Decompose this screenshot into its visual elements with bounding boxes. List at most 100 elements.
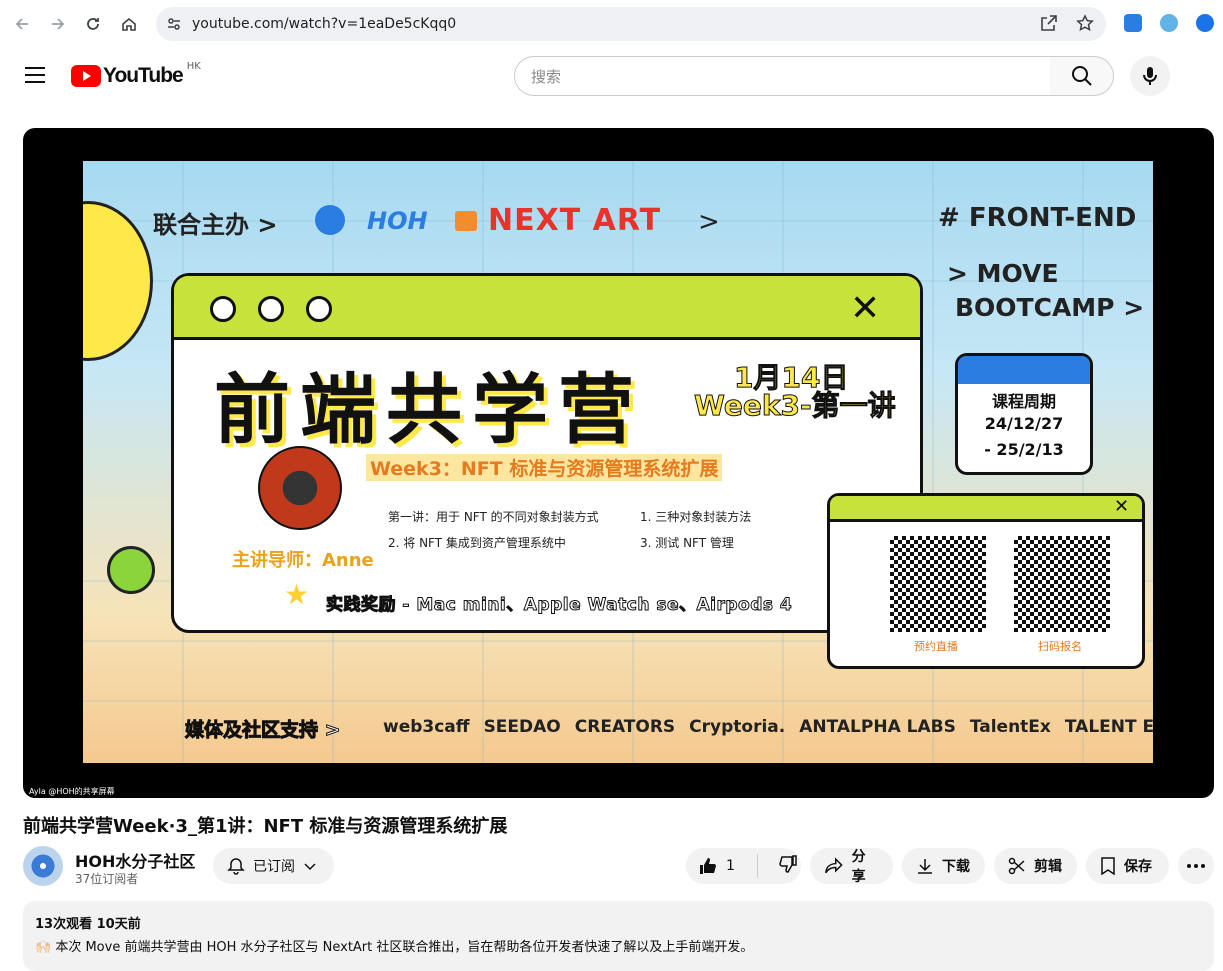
view-stats: 13次观看 10天前 [35,917,141,932]
download-icon [918,859,932,874]
logo-text: YouTube [103,64,184,87]
forward-icon[interactable] [40,6,76,42]
channel-name[interactable]: HOH水分子社区 [75,848,195,872]
youtube-header: YouTube HK 搜索 [0,48,1223,104]
sponsor-logo: Cryptoria. [689,717,786,737]
sponsor-logo: TALENT ERA [1064,717,1153,737]
sponsors-label: 媒体及社区支持 > [185,719,342,742]
browser-toolbar: youtube.com/watch?v=1eaDe5cKqq0 [0,0,1223,48]
thumbs-up-icon [700,858,716,874]
sponsor-logo: web3caff [383,717,470,737]
tag-front-end: # FRONT-END [938,203,1137,233]
reward-label: 实践奖励 - Mac mini、Apple Watch se、Airpods 4 [325,590,793,616]
star-icon: ★ [284,578,310,611]
share-label: 分享 [851,849,866,885]
scissors-icon [1008,857,1025,875]
point-1: 第一讲：用于 NFT 的不同对象封装方式 [388,510,599,524]
youtube-logo[interactable]: YouTube HK [71,60,201,88]
voice-search-button[interactable] [1130,56,1170,96]
search-icon [1071,66,1092,86]
next-art-logo-text: NEXT ART [488,203,662,238]
bell-icon [227,858,245,875]
region-code: HK [186,60,201,72]
search-input[interactable]: 搜索 [514,56,1052,96]
description-box[interactable]: 13次观看 10天前 🙌🏻 本次 Move 前端共学营由 HOH 水分子社区与 … [23,901,1214,971]
video-frame: 联合主办 > HOH NEXT ART > # FRONT-END > MOVE… [83,161,1153,763]
subscribed-label: 已订阅 [253,859,295,875]
reload-icon[interactable] [75,6,111,42]
channel-avatar[interactable] [23,846,63,886]
tag-move: > MOVE [947,259,1059,288]
screen-share-watermark: Ayla @HOH的共享屏幕 [29,787,115,796]
subtitle-label: Week3：NFT 标准与资源管理系统扩展 [366,454,723,481]
search-button[interactable] [1050,56,1114,96]
microphone-icon [1143,67,1157,85]
arrow-glyph: > [698,207,720,237]
course-start-date: 24/12/27 [984,414,1064,433]
url-text: youtube.com/watch?v=1eaDe5cKqq0 [192,16,457,32]
chevron-down-icon [304,863,316,871]
save-button[interactable]: 保存 [1086,848,1169,884]
qr-code-register [1014,536,1110,632]
extension-icon[interactable] [1196,14,1214,32]
subscriber-count: 37位订阅者 [75,872,139,886]
main-title: 前端共学营 [214,365,644,454]
sponsor-logo: CREATORS [574,717,676,737]
youtube-play-icon [71,65,101,87]
clip-label: 剪辑 [1034,859,1062,875]
like-count: 1 [726,858,735,874]
open-in-app-icon[interactable] [1040,14,1058,36]
lecturer-label: 主讲导师：Anne [232,550,374,571]
subscribed-button[interactable]: 已订阅 [213,848,334,884]
dislike-button[interactable] [766,854,798,878]
hoh-logo-text: HOH [367,207,428,235]
home-icon[interactable] [111,6,147,42]
qr-window-graphic: ✕ 预约直播 扫码报名 [827,493,1145,669]
week-label: Week3-第一讲 [694,389,897,423]
description-text: 🙌🏻 本次 Move 前端共学营由 HOH 水分子社区与 NextArt 社区联… [35,940,754,955]
download-label: 下载 [942,859,970,875]
lecturer-avatar [258,446,342,530]
tag-bootcamp: BOOTCAMP > [955,293,1145,322]
site-info-icon[interactable] [166,16,182,36]
main-window-graphic: ✕ 前端共学营 1月14日 Week3-第一讲 Week3：NFT 标准与资源管… [171,273,923,633]
qr-code-live [890,536,986,632]
share-button[interactable]: 分享 [810,848,893,885]
course-period-label: 课程周期 [991,392,1056,411]
like-button[interactable]: 1 [686,854,758,878]
thumbs-down-icon [779,855,797,873]
qr2-label: 扫码报名 [1038,640,1082,653]
bookmark-icon [1101,857,1115,875]
next-art-icon [455,211,477,231]
window-titlebar [174,276,920,340]
sponsor-logo: TalentEx [969,717,1051,737]
qr-close-icon: ✕ [1114,496,1130,517]
save-label: 保存 [1124,859,1152,875]
hoh-logo-icon [315,205,345,235]
menu-icon[interactable] [24,66,46,88]
download-button[interactable]: 下载 [902,848,985,884]
like-dislike-group: 1 [686,848,801,884]
calendar-graphic: 课程周期 24/12/27 - 25/2/13 [955,353,1093,475]
bookmark-star-icon[interactable] [1076,14,1094,36]
sponsor-logo: SEEDAO [483,717,561,737]
close-x-icon: ✕ [850,288,881,329]
extension-icon[interactable] [1160,14,1178,32]
extension-icon[interactable] [1124,14,1142,32]
point-2: 1. 三种对象封装方法 [640,510,752,524]
point-4: 3. 测试 NFT 管理 [640,536,734,550]
organizer-label: 联合主办 > [153,211,278,239]
video-title: 前端共学营Week·3_第1讲：NFT 标准与资源管理系统扩展 [23,816,508,837]
sponsor-logo: ANTALPHA LABS [799,717,956,737]
qr1-label: 预约直播 [914,640,958,653]
back-icon[interactable] [4,6,40,42]
search-placeholder: 搜索 [531,67,562,86]
course-end-date: - 25/2/13 [984,440,1064,459]
green-dot [107,546,155,594]
address-bar[interactable]: youtube.com/watch?v=1eaDe5cKqq0 [156,7,1106,41]
more-actions-button[interactable] [1178,848,1214,884]
video-player[interactable]: 联合主办 > HOH NEXT ART > # FRONT-END > MOVE… [23,128,1214,798]
more-horizontal-icon [1187,864,1205,868]
clip-button[interactable]: 剪辑 [994,848,1077,884]
share-icon [825,857,843,874]
